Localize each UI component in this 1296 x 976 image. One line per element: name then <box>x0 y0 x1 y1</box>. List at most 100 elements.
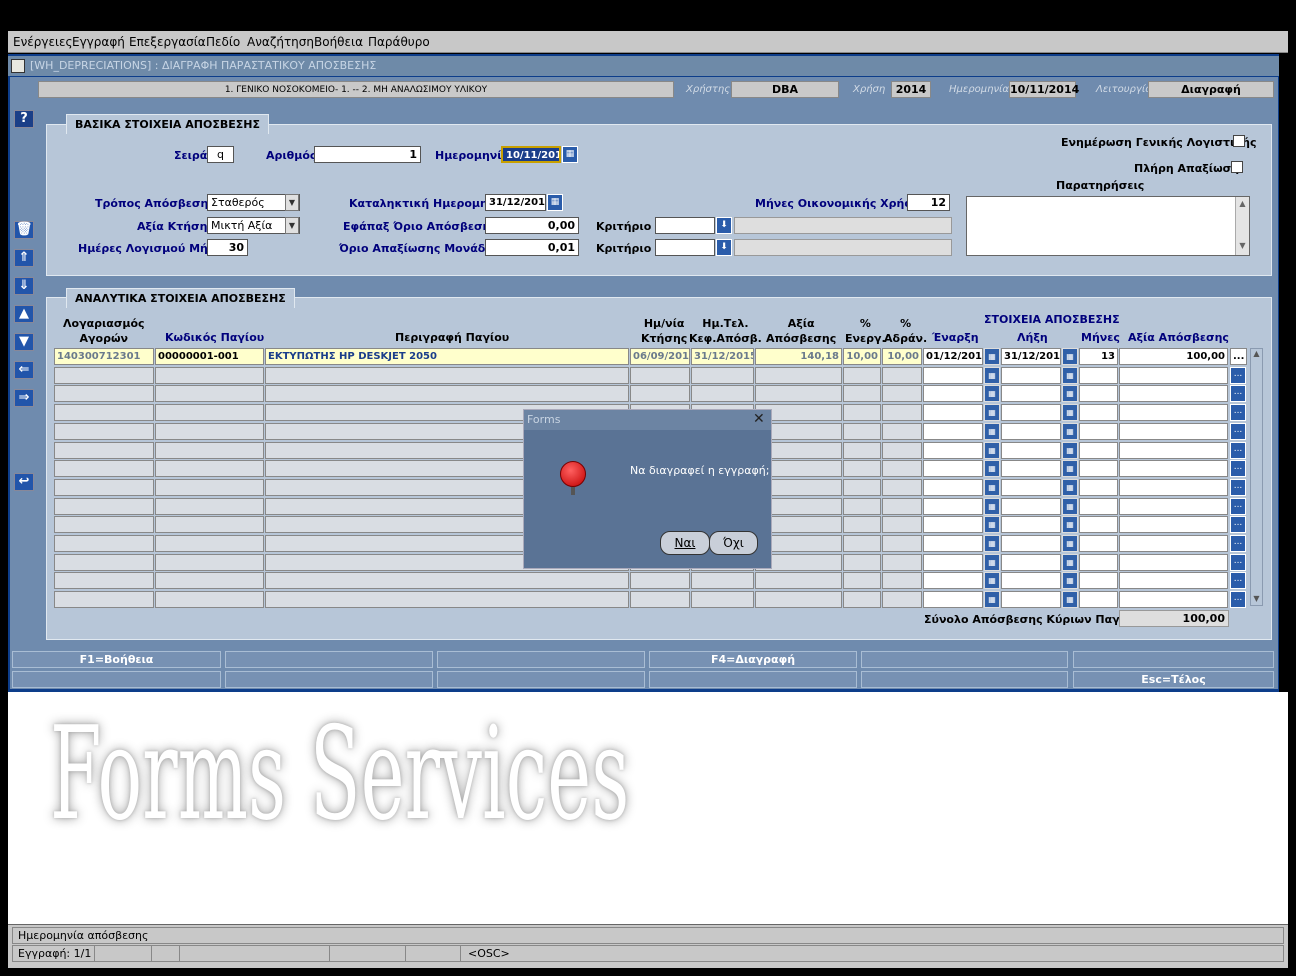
calendar-icon[interactable]: ▦ <box>562 146 578 163</box>
fkey-empty[interactable] <box>225 671 433 688</box>
grid-cell[interactable] <box>755 366 842 384</box>
fkey-empty[interactable] <box>1073 651 1274 668</box>
grid-cell[interactable] <box>630 572 690 590</box>
cell-end-date[interactable]: 31/12/2015 <box>691 348 754 365</box>
cell-months[interactable]: 13 <box>1079 348 1118 365</box>
calendar-icon[interactable]: ▦ <box>984 422 1000 440</box>
more-button[interactable]: ... <box>1230 348 1247 365</box>
grid-cell[interactable] <box>691 591 754 609</box>
grid-cell[interactable] <box>882 516 922 534</box>
grid-cell[interactable] <box>155 535 264 552</box>
calendar-icon[interactable]: ▦ <box>1062 478 1078 496</box>
grid-cell[interactable] <box>843 422 881 440</box>
grid-cell[interactable] <box>882 497 922 515</box>
grid-cell[interactable] <box>1001 404 1061 422</box>
cell-dep-value[interactable]: 100,00 <box>1119 348 1228 365</box>
calendar-icon[interactable]: ▦ <box>984 591 1000 609</box>
lov-down-icon[interactable]: ⬇ <box>716 217 732 234</box>
grid-cell[interactable] <box>54 422 154 440</box>
menu-actions[interactable]: Ενέργειες <box>13 35 73 49</box>
calendar-icon[interactable]: ▦ <box>984 553 1000 571</box>
grid-cell[interactable] <box>1001 535 1061 552</box>
grid-cell[interactable] <box>54 497 154 515</box>
prev-record-icon[interactable]: ⇐ <box>14 361 34 379</box>
grid-scrollbar[interactable]: ▲ <box>1250 348 1263 606</box>
grid-cell[interactable] <box>1119 460 1228 478</box>
next-block-icon[interactable]: ▼ <box>14 333 34 351</box>
grid-cell[interactable] <box>155 422 264 440</box>
last-record-icon[interactable]: ⇓ <box>14 277 34 295</box>
grid-cell[interactable] <box>265 366 629 384</box>
grid-cell[interactable] <box>1119 366 1228 384</box>
grid-cell[interactable] <box>1119 535 1228 552</box>
grid-cell[interactable] <box>1079 553 1118 571</box>
calendar-icon[interactable]: ▦ <box>1062 591 1078 609</box>
grid-cell[interactable] <box>1079 422 1118 440</box>
trash-icon[interactable]: 🗑 <box>14 221 34 239</box>
grid-cell[interactable] <box>1079 460 1118 478</box>
calendar-icon[interactable]: ▦ <box>1062 348 1078 365</box>
calendar-icon[interactable]: ▦ <box>1062 422 1078 440</box>
first-record-icon[interactable]: ⇑ <box>14 249 34 267</box>
grid-cell[interactable] <box>155 591 264 609</box>
crit2-field[interactable] <box>655 239 715 256</box>
calendar-icon[interactable]: ▦ <box>1062 441 1078 459</box>
grid-cell[interactable] <box>923 404 983 422</box>
cell-desc[interactable]: ΕΚΤΥΠΩΤΗΣ HP DESKJET 2050 <box>265 348 629 365</box>
lov-down-icon[interactable]: ⬇ <box>716 239 732 256</box>
calendar-icon[interactable]: ▦ <box>1062 535 1078 552</box>
grid-cell[interactable] <box>843 366 881 384</box>
menu-window[interactable]: Παράθυρο <box>368 35 430 49</box>
grid-cell[interactable] <box>843 404 881 422</box>
more-icon[interactable]: ... <box>1230 572 1246 590</box>
calendar-icon[interactable]: ▦ <box>1062 497 1078 515</box>
fkey-empty[interactable] <box>861 651 1068 668</box>
grid-cell[interactable] <box>1119 441 1228 459</box>
months-field[interactable]: 12 <box>907 194 950 211</box>
cell-code[interactable]: 00000001-001 <box>155 348 264 365</box>
fkey-empty[interactable] <box>437 651 645 668</box>
grid-cell[interactable] <box>1079 497 1118 515</box>
grid-cell[interactable] <box>1001 572 1061 590</box>
yes-button[interactable]: Ναι <box>660 531 710 555</box>
more-icon[interactable]: ... <box>1230 441 1246 459</box>
grid-cell[interactable] <box>1001 478 1061 496</box>
grid-cell[interactable] <box>923 366 983 384</box>
grid-cell[interactable] <box>882 422 922 440</box>
cell-finish[interactable]: 31/12/2015 <box>1001 348 1061 365</box>
grid-cell[interactable] <box>54 478 154 496</box>
grid-cell[interactable] <box>882 404 922 422</box>
grid-cell[interactable] <box>265 591 629 609</box>
grid-cell[interactable] <box>843 535 881 552</box>
unit-limit-field[interactable]: 0,01 <box>485 239 579 256</box>
grid-cell[interactable] <box>882 572 922 590</box>
more-icon[interactable]: ... <box>1230 497 1246 515</box>
calendar-icon[interactable]: ▦ <box>1062 460 1078 478</box>
grid-cell[interactable] <box>54 572 154 590</box>
grid-cell[interactable] <box>155 478 264 496</box>
grid-cell[interactable] <box>882 385 922 403</box>
grid-cell[interactable] <box>1119 404 1228 422</box>
grid-cell[interactable] <box>755 591 842 609</box>
grid-cell[interactable] <box>923 553 983 571</box>
cell-pct-idle[interactable]: 10,00 <box>882 348 922 365</box>
grid-cell[interactable] <box>155 404 264 422</box>
grid-cell[interactable] <box>1119 497 1228 515</box>
grid-cell[interactable] <box>923 535 983 552</box>
grid-cell[interactable] <box>1079 478 1118 496</box>
calendar-icon[interactable]: ▦ <box>1062 516 1078 534</box>
crit1-field[interactable] <box>655 217 715 234</box>
more-icon[interactable]: ... <box>1230 591 1246 609</box>
calendar-icon[interactable]: ▦ <box>984 460 1000 478</box>
fkey-empty[interactable] <box>12 671 221 688</box>
calendar-icon[interactable]: ▦ <box>984 497 1000 515</box>
days-field[interactable]: 30 <box>207 239 248 256</box>
grid-cell[interactable] <box>882 591 922 609</box>
grid-cell[interactable] <box>155 572 264 590</box>
grid-cell[interactable] <box>882 553 922 571</box>
scroll-down-icon[interactable]: ▼ <box>1250 594 1263 606</box>
grid-cell[interactable] <box>691 366 754 384</box>
grid-cell[interactable] <box>155 460 264 478</box>
grid-cell[interactable] <box>843 591 881 609</box>
grid-cell[interactable] <box>882 366 922 384</box>
